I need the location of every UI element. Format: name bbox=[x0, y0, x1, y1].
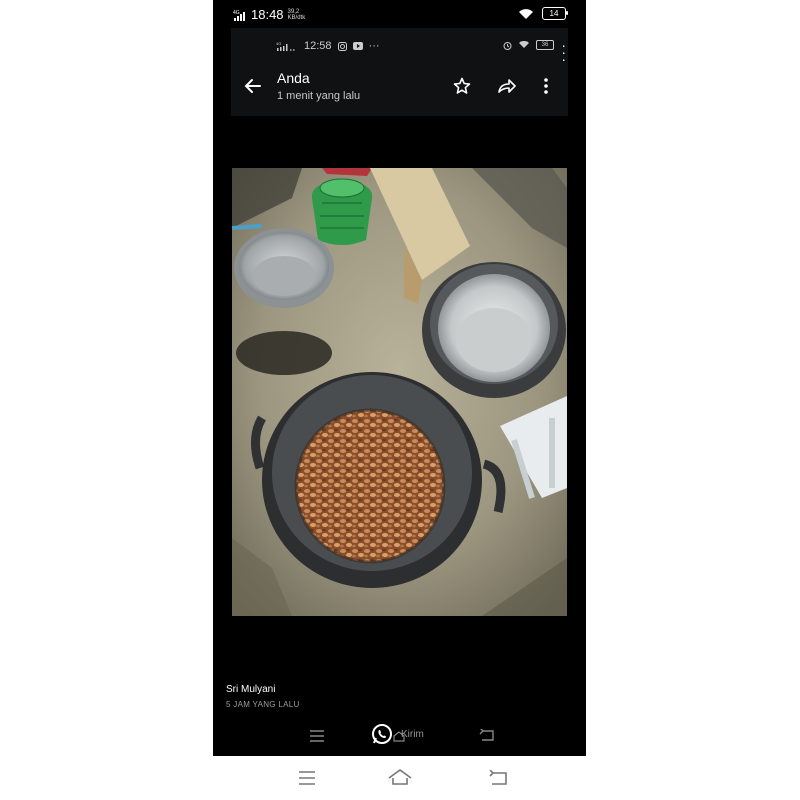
home-icon[interactable] bbox=[387, 768, 413, 786]
status-timestamp: 1 menit yang lalu bbox=[277, 90, 361, 102]
youtube-icon bbox=[352, 42, 363, 50]
send-label[interactable]: Kirim bbox=[401, 729, 424, 740]
back-arrow-icon[interactable] bbox=[243, 76, 263, 96]
inner-status-bar: 4G 12:58 ··· 36 · · · bbox=[231, 28, 568, 66]
menu-icon[interactable] bbox=[309, 730, 325, 742]
svg-text:4G: 4G bbox=[276, 41, 281, 46]
alarm-icon bbox=[503, 41, 512, 50]
green-basket bbox=[311, 178, 373, 245]
inner-battery-level: 36 bbox=[541, 42, 549, 48]
photo-image bbox=[232, 168, 567, 616]
screenshot-app-area: 4G 12:58 ··· 36 · · · Anda 1 menit yang … bbox=[231, 28, 568, 116]
sender-timestamp: 5 JAM YANG LALU bbox=[226, 700, 300, 709]
battery-level: 14 bbox=[549, 9, 559, 18]
status-photo bbox=[232, 168, 567, 616]
wifi-icon bbox=[519, 8, 533, 19]
inner-overflow: ··· bbox=[368, 40, 380, 52]
star-icon[interactable] bbox=[453, 77, 471, 95]
return-icon[interactable] bbox=[479, 729, 495, 742]
outer-clock: 18:48 bbox=[251, 7, 284, 22]
inner-nav-bar: Kirim bbox=[213, 720, 586, 750]
phone-screen: 4G 18:48 39,2 KB/dtk 14 4G 12:58 ··· 36 … bbox=[213, 0, 586, 756]
return-icon[interactable] bbox=[488, 770, 508, 786]
svg-text:4G: 4G bbox=[233, 10, 240, 16]
whatsapp-icon[interactable] bbox=[371, 723, 393, 745]
network-speed-unit: KB/dtk bbox=[287, 14, 306, 21]
inner-more-icon: · · · bbox=[561, 37, 566, 67]
stacked-pots bbox=[422, 262, 566, 398]
inner-battery-icon: 36 bbox=[536, 40, 554, 50]
inner-clock: 12:58 bbox=[304, 40, 332, 52]
outer-nav-bar bbox=[0, 756, 800, 800]
inner-signal-icon: 4G bbox=[276, 41, 295, 51]
sender-name: Sri Mulyani bbox=[226, 684, 276, 695]
instagram-icon bbox=[337, 41, 347, 51]
status-owner-title: Anda bbox=[277, 70, 310, 86]
forward-icon[interactable] bbox=[497, 77, 517, 95]
outer-status-bar: 4G 18:48 39,2 KB/dtk 14 bbox=[213, 0, 586, 28]
inner-wifi-icon bbox=[519, 41, 529, 48]
menu-icon[interactable] bbox=[298, 771, 316, 785]
network-speed: 39,2 KB/dtk bbox=[288, 9, 306, 21]
more-vert-icon[interactable] bbox=[539, 76, 553, 96]
signal-icon: 4G bbox=[233, 10, 245, 21]
battery-icon: 14 bbox=[542, 7, 568, 20]
app-bar: Anda 1 menit yang lalu bbox=[231, 66, 568, 116]
